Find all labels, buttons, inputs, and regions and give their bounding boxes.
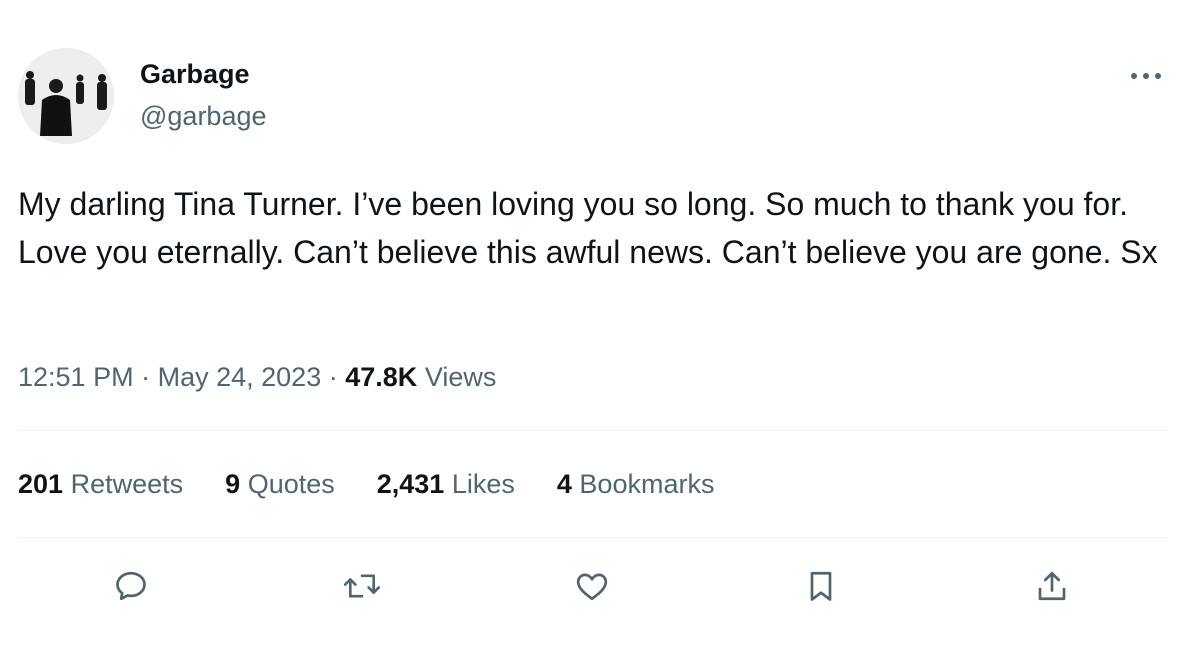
meta-separator: · [328, 362, 338, 392]
retweet-icon [343, 574, 381, 598]
band-photo-avatar [18, 48, 114, 144]
tweet-meta: 12:51 PM · May 24, 2023 · 47.8K Views [18, 360, 496, 394]
share-button[interactable] [1028, 562, 1076, 610]
likes-label: Likes [451, 469, 515, 499]
engagement-stats: 201 Retweets 9 Quotes 2,431 Likes 4 Book… [18, 466, 756, 502]
author-display-name[interactable]: Garbage [140, 58, 250, 90]
bookmarks-count: 4 [556, 469, 572, 499]
quotes-stat[interactable]: 9 Quotes [225, 466, 335, 502]
divider [18, 537, 1168, 538]
bookmark-icon [810, 571, 832, 601]
share-icon [1038, 571, 1066, 601]
views-label: Views [424, 362, 497, 392]
reply-icon [116, 571, 146, 601]
author-handle[interactable]: @garbage [140, 100, 267, 132]
views-count: 47.8K [345, 362, 418, 392]
quotes-label: Quotes [247, 469, 335, 499]
tweet-text: My darling Tina Turner. I’ve been loving… [18, 186, 1158, 270]
reply-button[interactable] [107, 562, 155, 610]
meta-separator: · [141, 362, 151, 392]
bookmark-button[interactable] [797, 562, 845, 610]
tweet-time[interactable]: 12:51 PM [18, 362, 134, 392]
more-dots-icon [1131, 73, 1161, 79]
retweets-stat[interactable]: 201 Retweets [18, 466, 183, 502]
like-icon [576, 573, 608, 601]
likes-stat[interactable]: 2,431 Likes [377, 466, 515, 502]
retweets-count: 201 [18, 469, 64, 499]
avatar[interactable] [18, 48, 114, 144]
more-options-button[interactable] [1124, 58, 1168, 94]
bookmarks-label: Bookmarks [579, 469, 715, 499]
tweet-date[interactable]: May 24, 2023 [158, 362, 322, 392]
quotes-count: 9 [225, 469, 241, 499]
likes-count: 2,431 [376, 469, 445, 499]
retweet-button[interactable] [338, 562, 386, 610]
like-button[interactable] [568, 562, 616, 610]
bookmarks-stat[interactable]: 4 Bookmarks [557, 466, 715, 502]
retweets-label: Retweets [70, 469, 184, 499]
divider [18, 430, 1168, 431]
